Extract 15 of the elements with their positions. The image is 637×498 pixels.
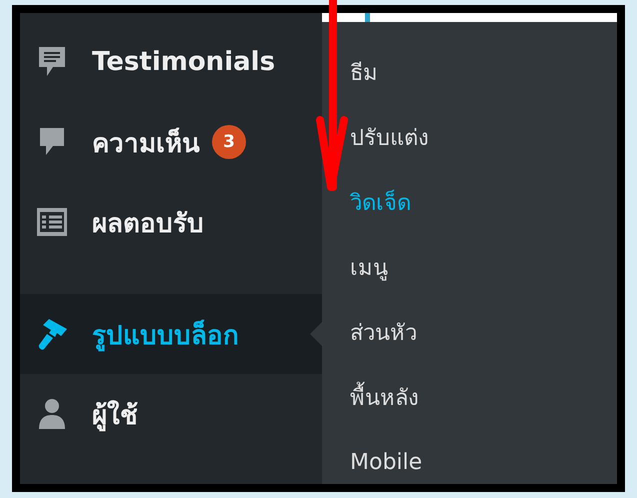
submenu-item[interactable]: ธีม xyxy=(350,55,378,90)
submenu-item[interactable]: Mobile xyxy=(350,450,422,475)
submenu-item[interactable]: เมนู xyxy=(350,250,388,285)
sidebar-menu-item[interactable]: ผลตอบรับ xyxy=(20,182,322,262)
count-badge: 3 xyxy=(212,125,246,159)
form-list-icon xyxy=(36,207,68,237)
sidebar-menu-item[interactable]: ความเห็น 3 xyxy=(20,102,322,182)
submenu-item[interactable]: ปรับแต่ง xyxy=(350,120,429,155)
person-icon xyxy=(37,397,67,431)
sidebar-menu-item[interactable]: Testimonials xyxy=(20,22,322,102)
submenu-item[interactable]: วิดเจ็ด xyxy=(350,185,411,220)
submenu-item[interactable]: ส่วนหัว xyxy=(350,315,417,350)
sidebar-menu-item[interactable]: รูปแบบบล็อก xyxy=(20,294,322,374)
submenu-item[interactable]: พื้นหลัง xyxy=(350,380,419,415)
sidebar-menu-item[interactable]: ผู้ใช้ xyxy=(20,374,322,454)
